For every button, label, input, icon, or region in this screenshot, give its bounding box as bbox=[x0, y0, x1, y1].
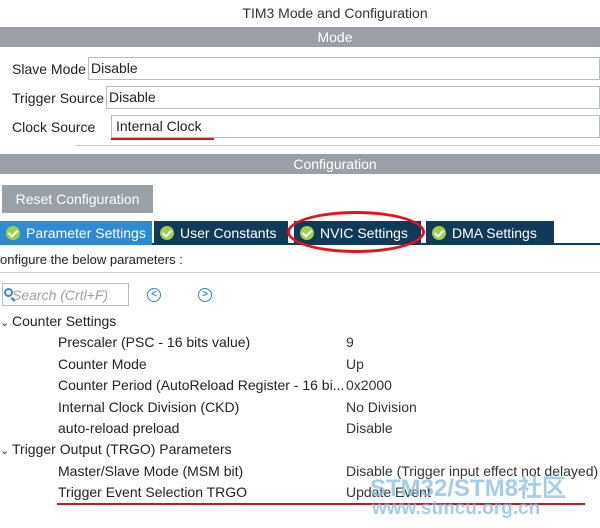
slave-mode-select[interactable]: Disable bbox=[88, 57, 600, 80]
param-name: Trigger Event Selection TRGO bbox=[58, 484, 248, 500]
nvic-annotation-ellipse bbox=[287, 211, 425, 253]
config-divider bbox=[0, 272, 600, 273]
chevron-down-icon: ⌄ bbox=[0, 445, 10, 457]
clock-source-label: Clock Source bbox=[12, 119, 96, 135]
configure-instruction: onfigure the below parameters : bbox=[0, 252, 183, 267]
mode-divider bbox=[76, 145, 600, 146]
clock-source-annotation-underline bbox=[111, 138, 214, 140]
check-circle-icon bbox=[432, 226, 446, 240]
chevron-down-icon: ⌄ bbox=[0, 317, 10, 329]
param-value[interactable]: Disable bbox=[346, 420, 393, 436]
param-name: Prescaler (PSC - 16 bits value) bbox=[58, 334, 251, 350]
tab-dma-settings[interactable]: DMA Settings bbox=[426, 221, 554, 245]
trigger-source-select[interactable]: Disable bbox=[106, 86, 600, 109]
param-value[interactable]: 0x2000 bbox=[346, 377, 392, 393]
group-counter-settings[interactable]: ⌄ Counter Settings bbox=[0, 313, 116, 329]
watermark-url: www.stmcu.org.cn bbox=[372, 498, 541, 519]
tab-parameter-settings[interactable]: Parameter Settings bbox=[0, 221, 152, 245]
mode-section-header: Mode bbox=[0, 27, 600, 47]
next-match-button[interactable]: > bbox=[198, 288, 212, 302]
param-name: Counter Mode bbox=[58, 356, 147, 372]
slave-mode-label: Slave Mode bbox=[12, 61, 86, 77]
group-trigger-output[interactable]: ⌄ Trigger Output (TRGO) Parameters bbox=[0, 441, 232, 457]
tab-label: DMA Settings bbox=[452, 225, 537, 241]
reset-configuration-button[interactable]: Reset Configuration bbox=[2, 185, 153, 213]
param-name: Master/Slave Mode (MSM bit) bbox=[58, 463, 244, 479]
param-value[interactable]: Up bbox=[346, 356, 364, 372]
clock-source-select[interactable]: Internal Clock bbox=[111, 115, 600, 138]
check-circle-icon bbox=[160, 226, 174, 240]
prev-match-button[interactable]: < bbox=[147, 288, 161, 302]
group-title: Counter Settings bbox=[12, 313, 117, 329]
window-title: TIM3 Mode and Configuration bbox=[242, 5, 428, 21]
check-circle-icon bbox=[6, 226, 20, 240]
configuration-section-header: Configuration bbox=[0, 154, 600, 174]
group-title: Trigger Output (TRGO) Parameters bbox=[12, 441, 232, 457]
param-name: Counter Period (AutoReload Register - 16… bbox=[58, 377, 345, 393]
tab-label: Parameter Settings bbox=[26, 225, 146, 241]
tab-label: User Constants bbox=[180, 225, 277, 241]
search-box[interactable] bbox=[2, 283, 129, 306]
search-input[interactable] bbox=[12, 285, 126, 304]
trigger-source-label: Trigger Source bbox=[12, 90, 105, 106]
param-name: Internal Clock Division (CKD) bbox=[58, 399, 240, 415]
tab-user-constants[interactable]: User Constants bbox=[154, 221, 288, 245]
param-value[interactable]: No Division bbox=[346, 399, 417, 415]
param-value[interactable]: 9 bbox=[346, 334, 354, 350]
param-name: auto-reload preload bbox=[58, 420, 180, 436]
